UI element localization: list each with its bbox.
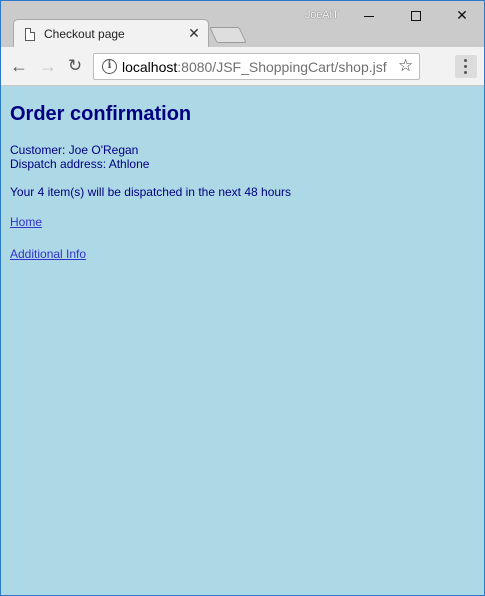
- reload-button[interactable]: ↻: [64, 55, 86, 77]
- menu-dot-icon: [464, 59, 467, 62]
- tab-title: Checkout page: [44, 27, 125, 41]
- dispatch-address-line: Dispatch address: Athlone: [10, 157, 150, 171]
- maximize-button[interactable]: [393, 1, 439, 31]
- bookmark-star-icon[interactable]: ☆: [398, 56, 413, 76]
- url-host: localhost: [122, 59, 178, 75]
- browser-window: Checkout page ✕ JoeAIT ✕ ← → ↻ i localho…: [0, 0, 485, 596]
- minimize-button[interactable]: [346, 1, 392, 31]
- new-tab-button[interactable]: [209, 27, 247, 43]
- dispatch-message: Your 4 item(s) will be dispatched in the…: [10, 185, 292, 199]
- document-icon: [25, 28, 35, 41]
- page-content: Order confirmation Customer: Joe O'Regan…: [10, 103, 475, 263]
- minimize-icon: [364, 15, 374, 17]
- browser-menu-button[interactable]: [455, 55, 477, 78]
- maximize-icon: [411, 11, 421, 22]
- page-title: Order confirmation: [10, 103, 192, 125]
- close-window-button[interactable]: ✕: [439, 1, 484, 31]
- browser-toolbar: ← → ↻ i localhost:8080/JSF_ShoppingCart/…: [1, 47, 484, 86]
- home-link[interactable]: Home: [10, 215, 42, 229]
- customer-line: Customer: Joe O'Regan: [10, 143, 139, 157]
- menu-dot-icon: [464, 65, 467, 68]
- menu-dot-icon: [464, 71, 467, 74]
- back-button[interactable]: ←: [8, 55, 30, 77]
- profile-name[interactable]: JoeAIT: [305, 9, 339, 21]
- tab-checkout-page[interactable]: Checkout page ✕: [13, 19, 209, 49]
- tab-close-icon[interactable]: ✕: [186, 25, 202, 41]
- info-icon[interactable]: i: [102, 59, 117, 74]
- tab-strip: Checkout page ✕ JoeAIT ✕: [1, 1, 484, 49]
- url-path: :8080/JSF_ShoppingCart/shop.jsf: [177, 59, 387, 75]
- forward-button[interactable]: →: [37, 55, 59, 77]
- address-bar[interactable]: i localhost:8080/JSF_ShoppingCart/shop.j…: [93, 53, 420, 80]
- url-text[interactable]: localhost:8080/JSF_ShoppingCart/shop.jsf: [122, 59, 387, 75]
- additional-info-link[interactable]: Additional Info: [10, 247, 86, 261]
